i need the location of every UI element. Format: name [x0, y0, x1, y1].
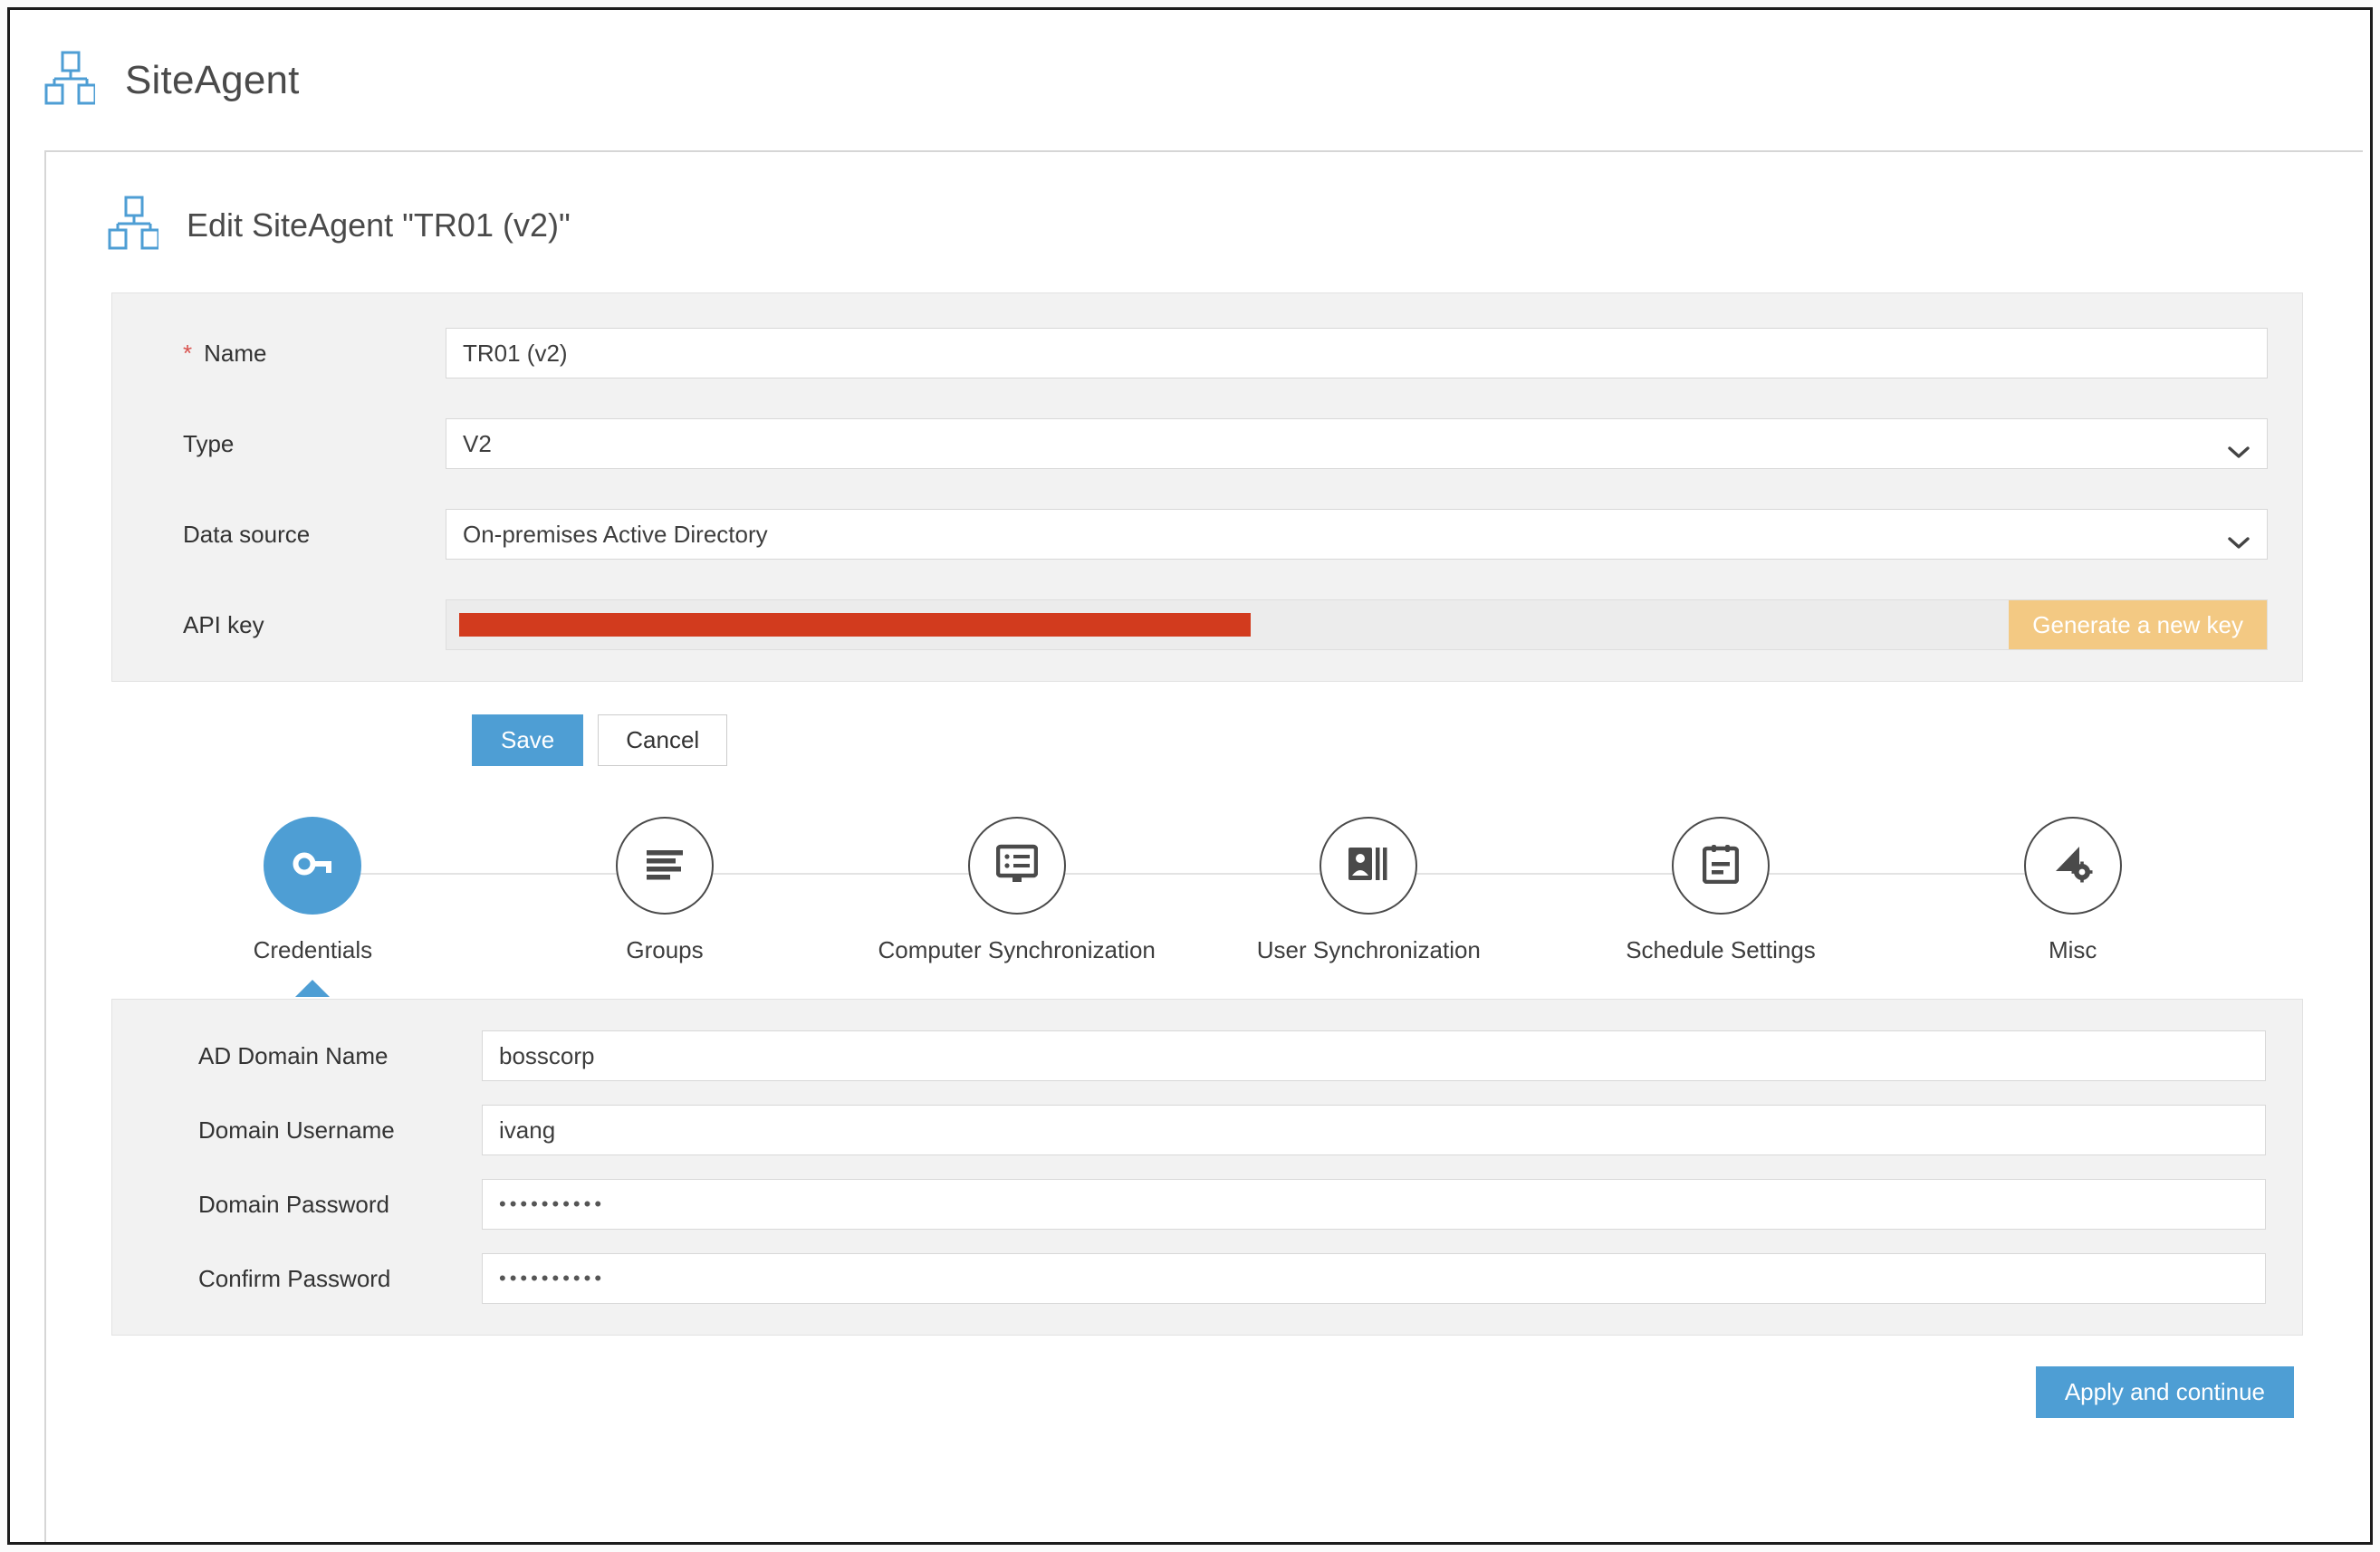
- required-marker: *: [183, 340, 193, 367]
- credential-row-confirm-password: Confirm Password ••••••••••: [147, 1253, 2266, 1304]
- step-label-credentials: Credentials: [253, 936, 373, 963]
- domain-username-input[interactable]: ivang: [482, 1105, 2266, 1155]
- api-key-label-text: API key: [183, 610, 264, 638]
- save-button[interactable]: Save: [472, 714, 584, 766]
- step-circle-groups: [616, 817, 714, 915]
- name-label: * Name: [147, 340, 446, 368]
- step-credentials[interactable]: Credentials: [137, 817, 665, 997]
- apply-and-continue-button[interactable]: Apply and continue: [2035, 1366, 2294, 1418]
- step-label-groups: Groups: [626, 936, 704, 963]
- step-circle-user-sync: [1320, 817, 1418, 915]
- domain-username-label: Domain Username: [198, 1116, 395, 1144]
- cursor-gear-icon: [2052, 844, 2094, 888]
- redacted-value-bar: [459, 613, 1252, 637]
- step-user-synchronization[interactable]: User Synchronization: [1193, 817, 1722, 964]
- credential-row-domain-username: Domain Username ivang: [147, 1105, 2266, 1155]
- ad-domain-name-input[interactable]: bosscorp: [482, 1030, 2266, 1081]
- content-card: Edit SiteAgent "TR01 (v2)" * Name TR01 (…: [44, 150, 2363, 1542]
- name-control: TR01 (v2): [446, 328, 2268, 378]
- chevron-down-icon: [2227, 437, 2250, 458]
- page-title-row: Edit SiteAgent "TR01 (v2)": [82, 152, 2303, 292]
- step-groups[interactable]: Groups: [489, 817, 1017, 964]
- ad-domain-name-label: AD Domain Name: [198, 1041, 389, 1069]
- data-source-select[interactable]: On-premises Active Directory: [446, 509, 2268, 560]
- cancel-button[interactable]: Cancel: [598, 714, 728, 766]
- step-circle-computer-sync: [967, 817, 1066, 915]
- agent-settings-panel: * Name TR01 (v2) Type V2 Data source On-…: [111, 292, 2303, 682]
- page-title: Edit SiteAgent "TR01 (v2)": [187, 206, 571, 244]
- api-key-input[interactable]: [446, 600, 2009, 649]
- sitemap-icon: [44, 51, 97, 110]
- form-row-api-key: API key Generate a new key: [147, 598, 2268, 652]
- name-label-text: Name: [204, 339, 267, 367]
- app-header: SiteAgent: [10, 10, 2370, 150]
- calendar-icon: [1702, 844, 1740, 888]
- confirm-password-input[interactable]: ••••••••••: [482, 1253, 2266, 1304]
- form-row-name: * Name TR01 (v2): [147, 326, 2268, 380]
- data-source-select-value: On-premises Active Directory: [463, 520, 768, 548]
- form-row-type: Type V2: [147, 417, 2268, 471]
- step-circle-credentials: [264, 817, 362, 915]
- domain-password-label: Domain Password: [198, 1190, 389, 1218]
- step-label-schedule: Schedule Settings: [1626, 936, 1816, 963]
- data-source-label-text: Data source: [183, 520, 311, 548]
- step-schedule-settings[interactable]: Schedule Settings: [1545, 817, 2073, 964]
- data-source-control: On-premises Active Directory: [446, 509, 2268, 560]
- contact-card-icon: [1348, 846, 1389, 886]
- data-source-label: Data source: [147, 521, 446, 549]
- step-circle-misc: [2023, 817, 2122, 915]
- screen-root: SiteAgent Edit SiteAgent "TR01 (v2)" * N…: [0, 0, 2380, 1552]
- step-label-misc: Misc: [2048, 936, 2097, 963]
- credential-row-ad-domain-name: AD Domain Name bosscorp: [147, 1030, 2266, 1081]
- step-misc[interactable]: Misc: [1896, 817, 2249, 964]
- wizard-stepper: Credentials Groups Computer Synchronizat…: [82, 817, 2303, 997]
- step-label-computer-sync: Computer Synchronization: [878, 936, 1156, 963]
- type-control: V2: [446, 418, 2268, 469]
- type-select[interactable]: V2: [446, 418, 2268, 469]
- monitor-icon: [995, 844, 1038, 888]
- sitemap-icon: [108, 196, 160, 254]
- chevron-down-icon: [2227, 528, 2250, 549]
- step-label-user-sync: User Synchronization: [1256, 936, 1481, 963]
- name-input[interactable]: TR01 (v2): [446, 328, 2268, 378]
- step-computer-synchronization[interactable]: Computer Synchronization: [840, 817, 1369, 964]
- step-circle-schedule: [1672, 817, 1771, 915]
- generate-new-key-button[interactable]: Generate a new key: [2009, 600, 2267, 649]
- footer-actions: Apply and continue: [82, 1336, 2303, 1418]
- active-step-pointer: [295, 980, 331, 997]
- credentials-panel: AD Domain Name bosscorp Domain Username …: [111, 999, 2303, 1336]
- app-title: SiteAgent: [125, 57, 300, 102]
- type-label: Type: [147, 430, 446, 458]
- domain-password-input[interactable]: ••••••••••: [482, 1179, 2266, 1230]
- type-label-text: Type: [183, 429, 235, 457]
- type-select-value: V2: [463, 429, 492, 457]
- list-icon: [645, 848, 685, 885]
- application-window: SiteAgent Edit SiteAgent "TR01 (v2)" * N…: [7, 7, 2373, 1545]
- api-key-group: Generate a new key: [446, 599, 2268, 650]
- credential-row-domain-password: Domain Password ••••••••••: [147, 1179, 2266, 1230]
- confirm-password-label: Confirm Password: [198, 1264, 391, 1292]
- form-row-data-source: Data source On-premises Active Directory: [147, 507, 2268, 561]
- form-actions: Save Cancel: [472, 714, 2303, 766]
- key-icon: [289, 840, 336, 892]
- api-key-control: Generate a new key: [446, 599, 2268, 650]
- api-key-label: API key: [147, 611, 446, 639]
